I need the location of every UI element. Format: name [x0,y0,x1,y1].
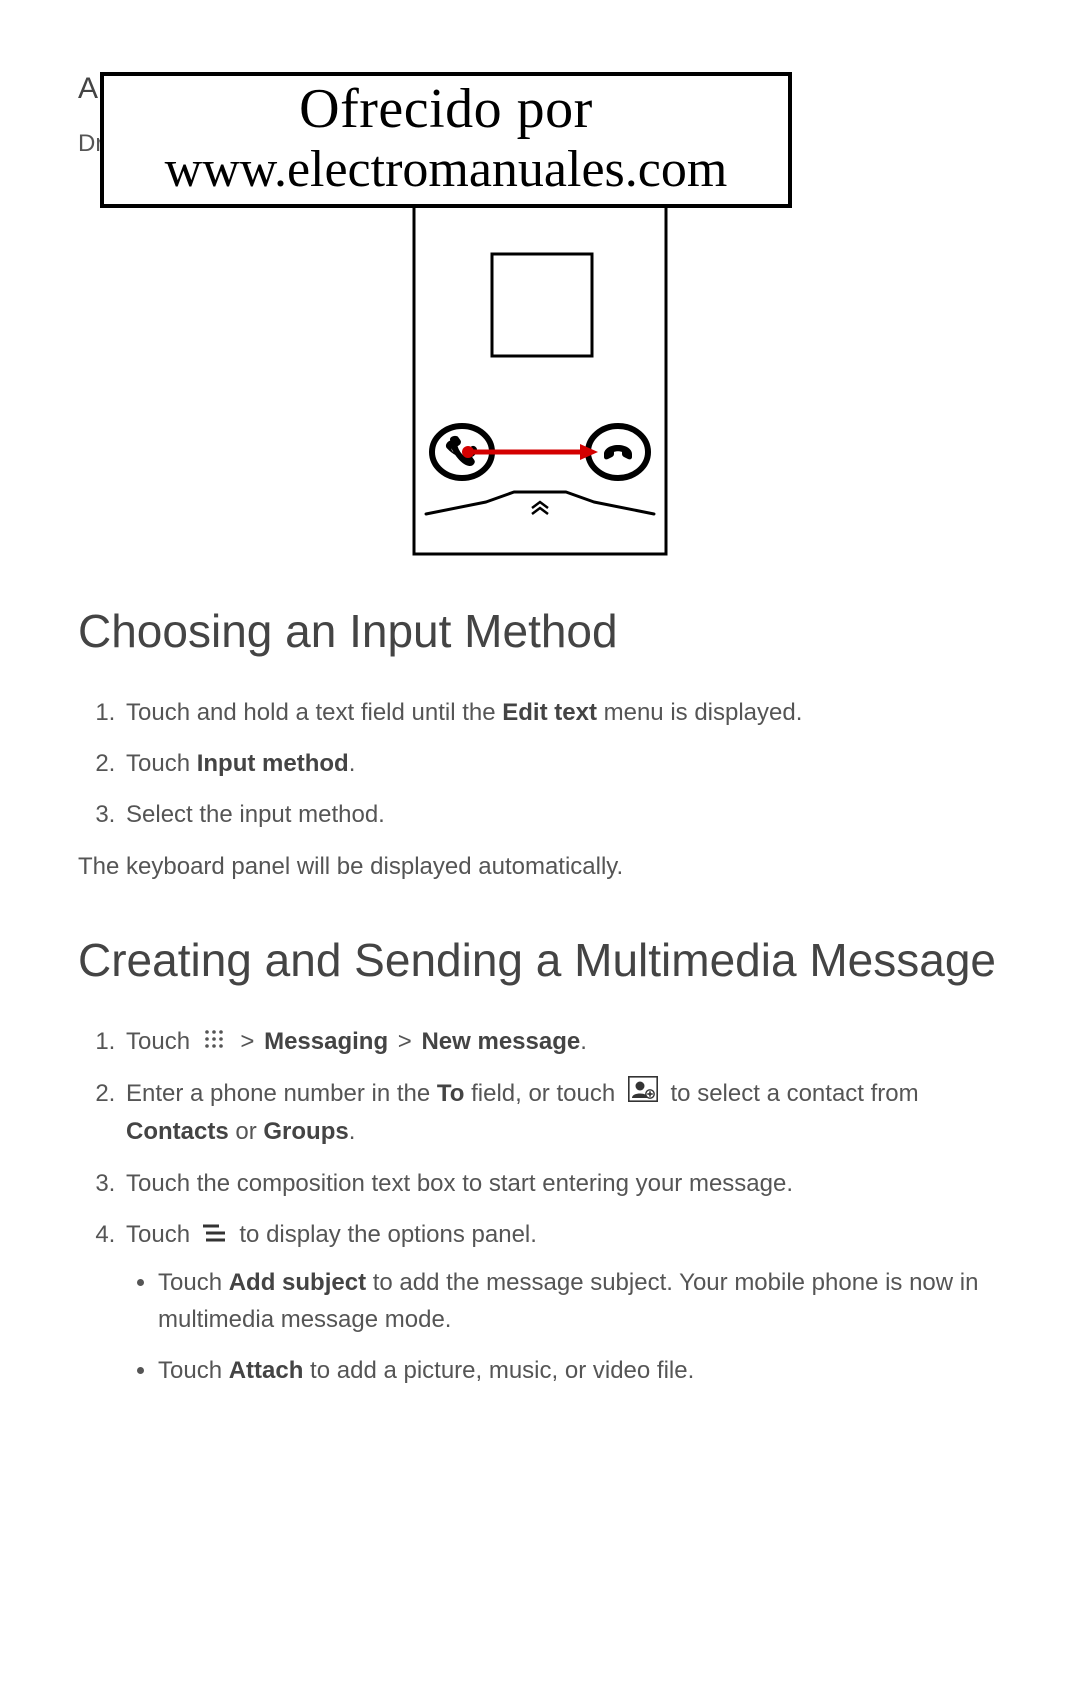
to-field-label: To [437,1080,465,1107]
step-text: menu is displayed. [597,699,802,726]
list-item: Touch to display the options panel. Touc… [122,1216,1002,1390]
step-text: Touch [126,1028,197,1055]
list-item: Touch Input method. [122,745,1002,782]
apps-grid-icon [203,1024,225,1061]
step-text: . [349,750,356,777]
step-text: Touch and hold a text field until the [126,699,502,726]
manual-page: Ofrecido por www.electromanuales.com Ans… [0,72,1080,1464]
breadcrumb-sep: > [398,1028,412,1055]
edit-text-label: Edit text [502,699,597,726]
phone-incoming-call-diagram [412,194,668,556]
step-text: Select the input method. [126,801,385,828]
new-message-label: New message [421,1028,580,1055]
input-method-steps: Touch and hold a text field until the Ed… [78,694,1002,834]
contacts-label: Contacts [126,1118,229,1145]
heading-input-method: Choosing an Input Method [78,600,1002,662]
attach-label: Attach [229,1357,304,1384]
list-item: Touch > Messaging > New message. [122,1023,1002,1061]
list-item: Touch and hold a text field until the Ed… [122,694,1002,731]
step-text: Touch the composition text box to start … [126,1170,793,1197]
list-item: Enter a phone number in the To field, or… [122,1075,1002,1150]
add-contact-icon [628,1076,658,1113]
list-item: Touch Attach to add a picture, music, or… [158,1352,1002,1389]
step-text: field, or touch [464,1080,621,1107]
step-text: Touch [126,1221,197,1248]
list-item: Touch the composition text box to start … [122,1165,1002,1202]
watermark-line2: www.electromanuales.com [114,143,778,198]
step-text: . [580,1028,587,1055]
input-method-label: Input method [197,750,349,777]
watermark-box: Ofrecido por www.electromanuales.com [100,72,792,208]
step-text: Enter a phone number in the [126,1080,437,1107]
add-subject-label: Add subject [229,1269,366,1296]
step-text: Touch [158,1357,229,1384]
keyboard-note: The keyboard panel will be displayed aut… [78,848,1002,885]
step-text: or [229,1118,264,1145]
step-text: Touch [158,1269,229,1296]
list-item: Select the input method. [122,796,1002,833]
list-item: Touch Add subject to add the message sub… [158,1264,1002,1338]
step-text: to add a picture, music, or video file. [303,1357,694,1384]
step-text: Touch [126,750,197,777]
menu-icon [203,1217,227,1254]
messaging-label: Messaging [264,1028,388,1055]
groups-label: Groups [263,1118,348,1145]
mms-steps: Touch > Messaging > New message. Enter a… [78,1023,1002,1390]
step-text: . [349,1118,356,1145]
step-text: to select a contact from [671,1080,919,1107]
heading-mms: Creating and Sending a Multimedia Messag… [78,929,1002,991]
step-text: to display the options panel. [239,1221,537,1248]
options-bullets: Touch Add subject to add the message sub… [126,1264,1002,1390]
breadcrumb-sep: > [240,1028,254,1055]
watermark-line1: Ofrecido por [114,76,778,143]
